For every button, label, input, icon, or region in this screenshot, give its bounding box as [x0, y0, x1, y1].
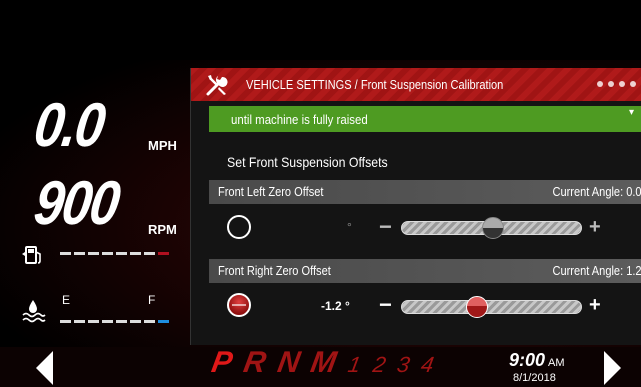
- front-left-slider-knob[interactable]: [482, 217, 504, 239]
- front-left-header: Front Left Zero Offset Current Angle: 0.…: [209, 180, 641, 204]
- gear-r: R: [241, 346, 269, 379]
- page-indicator[interactable]: [597, 81, 636, 87]
- front-left-slider[interactable]: [401, 217, 582, 239]
- panel-header: VEHICLE SETTINGS / Front Suspension Cali…: [191, 68, 641, 101]
- speed-unit: MPH: [148, 138, 177, 153]
- fuel-pump-icon: [22, 246, 41, 264]
- fuel-level-bar: [60, 252, 169, 255]
- front-left-minus-button[interactable]: −: [379, 214, 392, 240]
- top-band: [0, 0, 641, 60]
- gear-2: 2: [370, 352, 388, 377]
- def-full-label: F: [148, 293, 156, 307]
- settings-panel: VEHICLE SETTINGS / Front Suspension Cali…: [190, 68, 641, 345]
- front-right-label: Front Right Zero Offset: [218, 263, 331, 278]
- next-arrow-icon[interactable]: [604, 351, 621, 385]
- gear-3: 3: [394, 352, 412, 377]
- clock-time-value: 9:00: [509, 350, 546, 370]
- front-right-plus-button[interactable]: +: [589, 294, 601, 317]
- front-right-value: -1.2 °: [321, 299, 350, 313]
- front-right-select-button[interactable]: [227, 293, 251, 317]
- gear-n: N: [274, 346, 303, 379]
- gear-m: M: [308, 346, 340, 379]
- chevron-down-icon[interactable]: ▾: [629, 107, 634, 118]
- front-right-minus-button[interactable]: −: [379, 292, 392, 318]
- section-title: Set Front Suspension Offsets: [227, 154, 388, 170]
- previous-arrow-icon[interactable]: [36, 351, 53, 385]
- front-left-angle: Current Angle: 0.0°: [552, 184, 641, 199]
- rpm-readout: 900: [30, 169, 123, 238]
- front-left-label: Front Left Zero Offset: [218, 184, 324, 199]
- speed-readout: 0.0: [30, 91, 109, 160]
- front-right-slider-knob[interactable]: [466, 296, 488, 318]
- def-fluid-icon: [22, 300, 46, 323]
- front-left-plus-button[interactable]: +: [589, 216, 601, 239]
- panel-title: VEHICLE SETTINGS / Front Suspension Cali…: [246, 77, 504, 92]
- wrench-screwdriver-icon: [206, 75, 228, 96]
- def-level-bar: [60, 320, 169, 323]
- front-left-value: °: [347, 220, 352, 234]
- instruction-text: until machine is fully raised: [231, 112, 368, 127]
- rpm-unit: RPM: [148, 222, 177, 237]
- clock-date: 8/1/2018: [513, 372, 556, 384]
- def-empty-label: E: [62, 293, 71, 307]
- gear-4: 4: [419, 352, 436, 377]
- front-right-angle: Current Angle: 1.2°: [552, 263, 641, 278]
- front-left-select-button[interactable]: [227, 215, 251, 239]
- instruction-banner: until machine is fully raised ▾: [209, 106, 641, 132]
- clock-time: 9:00 AM: [509, 350, 565, 371]
- gear-selector: PRNM1234: [209, 346, 436, 380]
- gear-1: 1: [346, 352, 364, 377]
- front-right-slider[interactable]: [401, 296, 582, 318]
- gear-p: P: [209, 346, 236, 379]
- clock-ampm: AM: [548, 357, 565, 369]
- front-right-header: Front Right Zero Offset Current Angle: 1…: [209, 259, 641, 283]
